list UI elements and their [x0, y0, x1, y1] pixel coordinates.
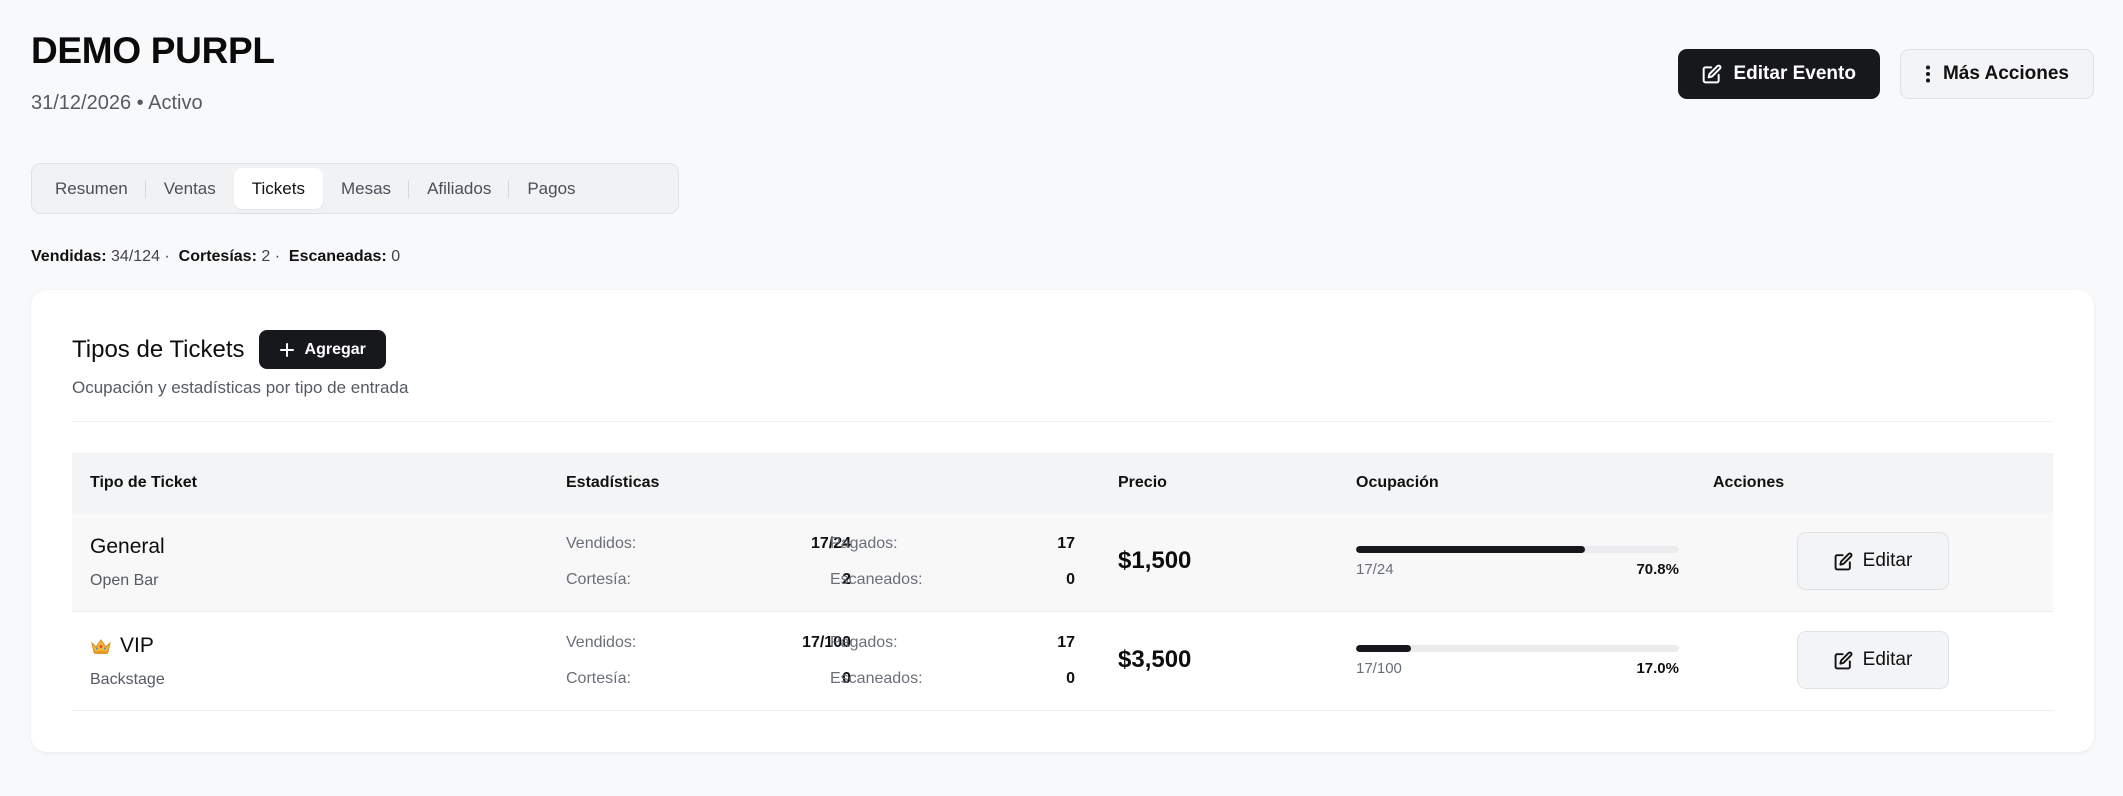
paid-stat-label: Pagados: — [830, 634, 898, 651]
edit-icon — [1702, 64, 1722, 84]
add-ticket-type-button[interactable]: Agregar — [258, 330, 386, 369]
tab-afiliados[interactable]: Afiliados — [409, 168, 510, 209]
edit-ticket-button[interactable]: Editar — [1797, 631, 1949, 689]
tab-pagos[interactable]: Pagos — [509, 168, 593, 209]
scanned-stat-label: Escaneados: — [830, 571, 923, 588]
scanned-stat-value: 0 — [1066, 571, 1075, 588]
ticket-types-card: Tipos de Tickets Agregar Ocupación y est… — [31, 290, 2094, 752]
header-actions: Acciones — [1713, 474, 1785, 491]
ticket-description: Backstage — [90, 671, 165, 688]
sold-stat-label: Vendidos: — [566, 535, 637, 552]
edit-ticket-button[interactable]: Editar — [1797, 532, 1949, 590]
tab-resumen[interactable]: Resumen — [37, 168, 146, 209]
tab-mesas[interactable]: Mesas — [323, 168, 410, 209]
card-header: Tipos de Tickets Agregar — [72, 330, 386, 369]
more-actions-label: Más Acciones — [1942, 63, 2069, 84]
ticket-name: General — [90, 535, 165, 559]
paid-stat-label: Pagados: — [830, 535, 898, 552]
scanned-label: Escaneadas: — [288, 248, 387, 265]
ticket-price: $1,500 — [1118, 547, 1192, 574]
header-stats: Estadísticas — [566, 474, 660, 491]
subtitle-separator: • — [136, 92, 144, 114]
header-occupancy: Ocupación — [1356, 474, 1439, 491]
courtesy-stat-label: Cortesía: — [566, 571, 631, 588]
divider — [72, 421, 2053, 422]
edit-event-button[interactable]: Editar Evento — [1677, 49, 1880, 99]
add-label: Agregar — [304, 340, 366, 358]
ticket-types-table: Tipo de Ticket Estadísticas Precio Ocupa… — [72, 453, 2053, 711]
occupancy-bar-fill — [1356, 645, 1411, 652]
occupancy-percent: 70.8% — [1636, 561, 1679, 578]
tab-ventas[interactable]: Ventas — [146, 168, 234, 209]
tab-bar: Resumen Ventas Tickets Mesas Afiliados P… — [31, 163, 679, 214]
sold-label: Vendidas: — [31, 248, 107, 265]
occupancy-percent: 17.0% — [1636, 660, 1679, 677]
courtesy-value: 2 · — [261, 248, 281, 265]
paid-stat-value: 17 — [1057, 535, 1075, 552]
table-row: General Open Bar Vendidos: 17/24 Pagados… — [72, 513, 2053, 612]
courtesy-stat-label: Cortesía: — [566, 670, 631, 687]
table-row: VIP Backstage Vendidos: 17/100 Pagados: … — [72, 612, 2053, 711]
card-description: Ocupación y estadísticas por tipo de ent… — [72, 378, 409, 397]
occupancy-count: 17/100 — [1356, 660, 1402, 677]
header-type: Tipo de Ticket — [90, 474, 197, 491]
table-header: Tipo de Ticket Estadísticas Precio Ocupa… — [72, 453, 2053, 513]
plus-icon — [279, 342, 295, 358]
tab-tickets[interactable]: Tickets — [233, 168, 323, 209]
event-header: DEMO PURPL 31/12/2026 • Activo — [31, 30, 275, 115]
edit-event-label: Editar Evento — [1733, 63, 1856, 84]
sold-value: 34/124 · — [111, 248, 170, 265]
crown-icon — [90, 637, 112, 655]
scanned-stat-label: Escaneados: — [830, 670, 923, 687]
ticket-name-text: General — [90, 535, 165, 558]
more-vertical-icon — [1925, 65, 1931, 83]
occupancy-bar — [1356, 546, 1679, 553]
page-title: DEMO PURPL — [31, 30, 275, 71]
edit-icon — [1834, 552, 1853, 571]
status-badge: Activo — [148, 92, 203, 114]
edit-label: Editar — [1862, 649, 1913, 670]
paid-stat-value: 17 — [1057, 634, 1075, 651]
edit-label: Editar — [1862, 550, 1913, 571]
ticket-price: $3,500 — [1118, 646, 1192, 673]
scanned-value: 0 — [391, 248, 401, 265]
sold-stat-label: Vendidos: — [566, 634, 637, 651]
ticket-description: Open Bar — [90, 572, 159, 589]
ticket-summary: Vendidas: 34/124 · Cortesías: 2 · Escane… — [31, 248, 400, 266]
scanned-stat-value: 0 — [1066, 670, 1075, 687]
header-actions: Editar Evento Más Acciones — [1677, 49, 2094, 99]
occupancy-bar — [1356, 645, 1679, 652]
event-date: 31/12/2026 — [31, 92, 132, 114]
occupancy-bar-fill — [1356, 546, 1585, 553]
more-actions-button[interactable]: Más Acciones — [1899, 49, 2094, 99]
courtesy-label: Cortesías: — [178, 248, 257, 265]
event-subtitle: 31/12/2026 • Activo — [31, 92, 275, 115]
occupancy-count: 17/24 — [1356, 561, 1394, 578]
edit-icon — [1834, 651, 1853, 670]
header-price: Precio — [1118, 474, 1167, 491]
card-title: Tipos de Tickets — [72, 335, 245, 363]
ticket-name-text: VIP — [120, 634, 154, 657]
ticket-name: VIP — [90, 634, 154, 658]
